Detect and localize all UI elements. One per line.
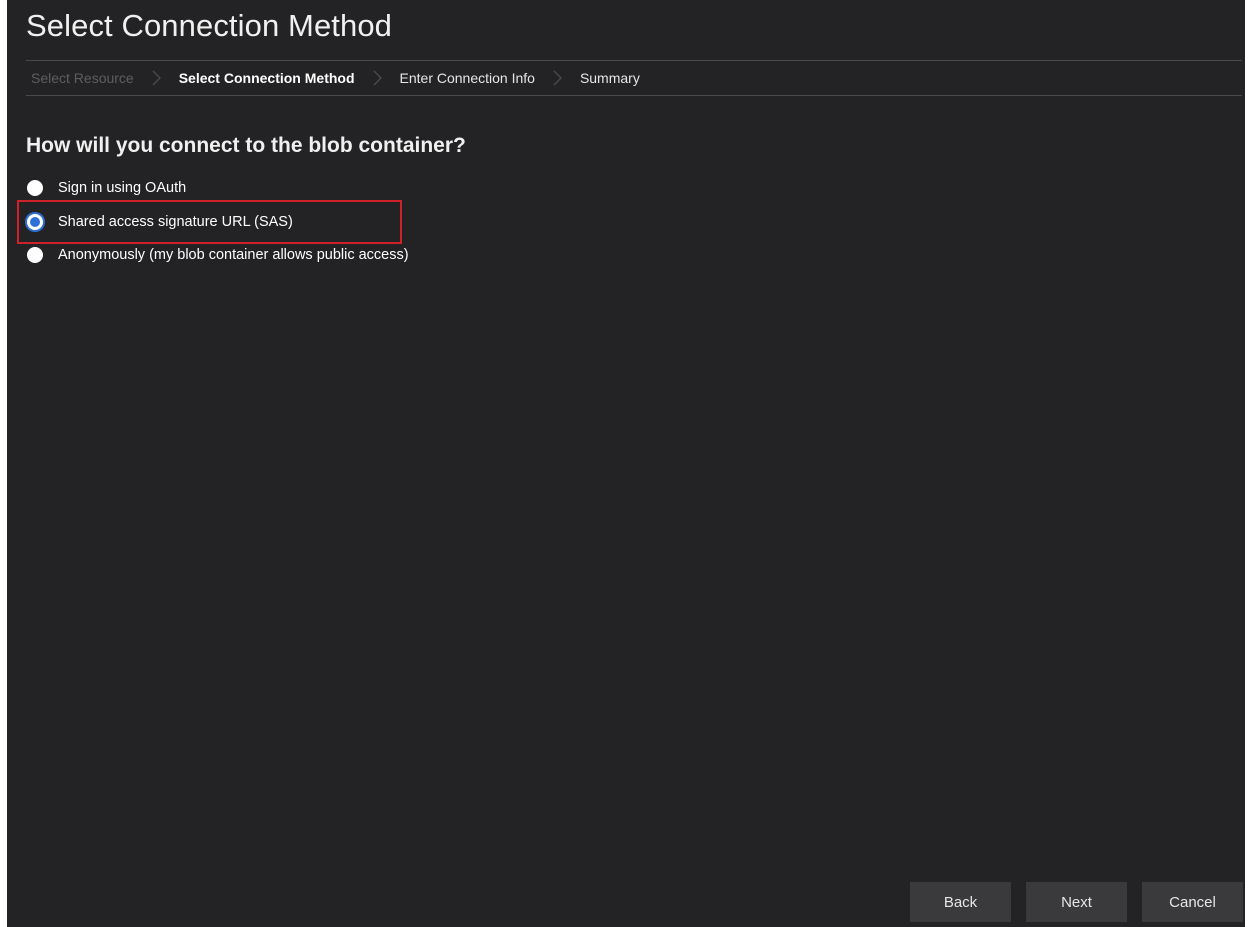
- breadcrumb-step-enter-connection-info: Enter Connection Info: [399, 70, 535, 86]
- option-anonymous-label: Anonymously (my blob container allows pu…: [58, 247, 409, 263]
- cancel-button[interactable]: Cancel: [1142, 882, 1243, 922]
- option-anonymous[interactable]: Anonymously (my blob container allows pu…: [27, 247, 409, 263]
- option-sas[interactable]: Shared access signature URL (SAS): [27, 214, 293, 230]
- connect-dialog: Select Connection Method Select Resource…: [7, 0, 1245, 927]
- option-oauth-label: Sign in using OAuth: [58, 180, 187, 196]
- next-button[interactable]: Next: [1026, 882, 1127, 922]
- breadcrumb-step-summary: Summary: [579, 70, 640, 86]
- radio-anonymous[interactable]: [27, 247, 43, 263]
- option-oauth[interactable]: Sign in using OAuth: [27, 180, 186, 196]
- breadcrumb-step-select-connection-method: Select Connection Method: [178, 70, 355, 86]
- back-button[interactable]: Back: [910, 882, 1011, 922]
- breadcrumb-step-select-resource: Select Resource: [31, 70, 134, 86]
- radio-oauth[interactable]: [27, 180, 43, 196]
- page-title: Select Connection Method: [26, 8, 393, 43]
- breadcrumb: Select Resource Select Connection Method…: [26, 60, 1242, 96]
- chevron-right-icon: [367, 68, 387, 88]
- question-heading: How will you connect to the blob contain…: [26, 134, 466, 157]
- option-sas-label: Shared access signature URL (SAS): [58, 214, 293, 230]
- chevron-right-icon: [146, 68, 166, 88]
- radio-sas[interactable]: [27, 214, 43, 230]
- chevron-right-icon: [547, 68, 567, 88]
